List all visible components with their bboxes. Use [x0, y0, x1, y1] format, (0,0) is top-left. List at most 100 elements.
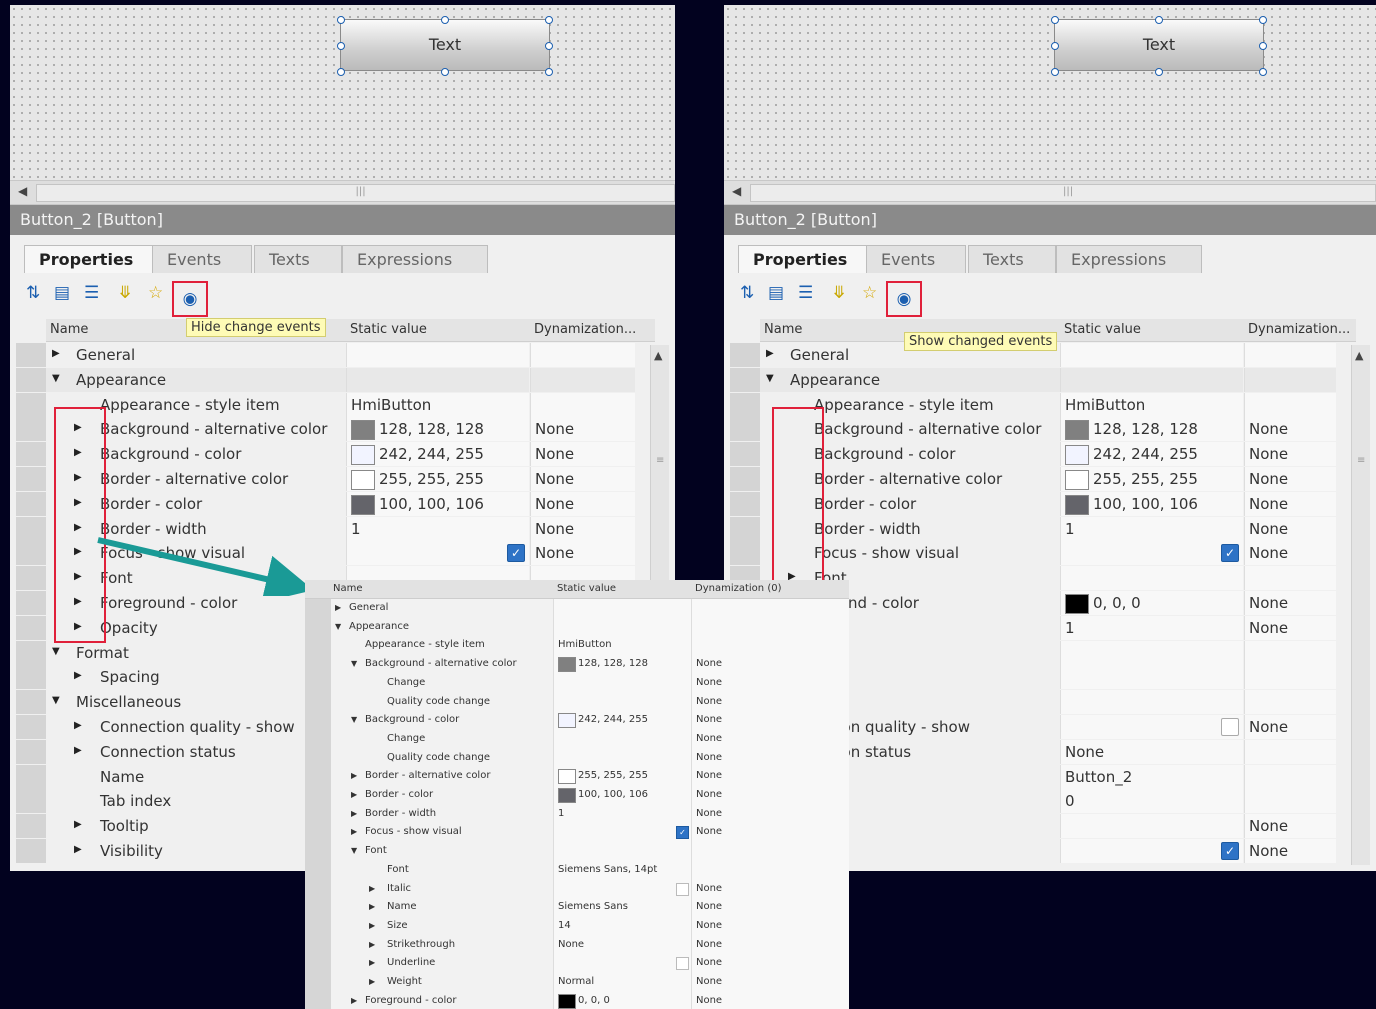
col-name[interactable]: Name — [333, 583, 363, 594]
expand-icon[interactable]: ▶ — [369, 940, 375, 949]
property-row[interactable]: Appearance - style item HmiButton — [16, 392, 655, 417]
resize-handle[interactable] — [1259, 68, 1267, 76]
property-row[interactable]: Appearance - style item HmiButton — [305, 636, 849, 656]
resize-handle[interactable] — [1259, 16, 1267, 24]
property-row[interactable]: ▶ Border - color 100, 100, 106 None — [305, 786, 849, 805]
property-row[interactable]: Appearance - style item HmiButton — [730, 392, 1356, 417]
property-row[interactable]: Border - color 100, 100, 106 None — [730, 491, 1356, 516]
resize-handle[interactable] — [1051, 68, 1059, 76]
expand-icon[interactable]: ▶ — [369, 902, 375, 911]
vertical-scrollbar[interactable]: ▲ ≡ — [1351, 345, 1370, 865]
dynamization-cell[interactable] — [1244, 566, 1336, 591]
dynamization-cell[interactable]: None — [691, 711, 849, 731]
property-row[interactable]: ▶ Focus - show visual ✓ None — [305, 823, 849, 843]
scroll-up-icon[interactable]: ▲ — [1355, 349, 1363, 362]
expand-icon[interactable]: ▶ — [369, 884, 375, 893]
dynamization-cell[interactable]: None — [691, 991, 849, 1009]
dynamization-cell[interactable]: None — [1244, 516, 1336, 541]
dynamization-cell[interactable]: None — [1244, 615, 1336, 640]
dynamization-cell[interactable]: None — [530, 516, 635, 541]
property-row[interactable]: Focus - show visual ✓ None — [730, 541, 1356, 566]
resize-handle[interactable] — [545, 16, 553, 24]
static-value-cell[interactable] — [1060, 814, 1243, 839]
static-value-cell[interactable]: Siemens Sans — [553, 898, 692, 918]
dynamization-cell[interactable]: None — [1244, 442, 1336, 467]
dynamization-cell[interactable]: None — [1244, 541, 1336, 566]
static-value-cell[interactable]: 100, 100, 106 — [346, 491, 529, 516]
property-row[interactable]: Change None — [305, 673, 849, 693]
property-row[interactable]: ection status None — [730, 739, 1356, 764]
eye-icon[interactable]: ◉ — [886, 281, 922, 317]
resize-handle[interactable] — [1155, 68, 1163, 76]
static-value-cell[interactable] — [553, 748, 692, 768]
button-widget[interactable]: Text — [337, 16, 553, 76]
dynamization-cell[interactable] — [530, 343, 635, 367]
static-value-cell[interactable]: ✓ — [346, 541, 529, 566]
static-value-cell[interactable] — [553, 599, 692, 618]
static-value-cell[interactable] — [1060, 665, 1243, 690]
color-swatch[interactable] — [351, 494, 375, 515]
color-swatch[interactable] — [1065, 445, 1089, 466]
tab-expressions[interactable]: Expressions — [342, 245, 488, 273]
dynamization-cell[interactable] — [530, 392, 635, 417]
dynamization-cell[interactable]: None — [691, 673, 849, 693]
property-row[interactable]: ▶ Font — [730, 566, 1356, 591]
tab-events[interactable]: Events — [866, 245, 966, 273]
static-value-cell[interactable]: HmiButton — [1060, 392, 1243, 417]
property-row[interactable]: ▶ Name Siemens Sans None — [305, 898, 849, 918]
dynamization-cell[interactable] — [691, 617, 849, 637]
dynamization-cell[interactable]: None — [691, 748, 849, 768]
static-value-cell[interactable]: 100, 100, 106 — [1060, 491, 1243, 516]
color-swatch[interactable] — [558, 769, 576, 785]
dynamization-cell[interactable] — [1244, 739, 1336, 764]
expand-icon[interactable]: ▶ — [369, 977, 375, 986]
property-row[interactable]: ▶ Italic ✓ None — [305, 879, 849, 899]
property-row[interactable]: ▶ General — [305, 599, 849, 618]
property-row[interactable]: ▶ Size 14 None — [305, 916, 849, 936]
expand-icon[interactable]: ▶ — [351, 827, 357, 836]
static-value-cell[interactable]: 128, 128, 128 — [1060, 417, 1243, 442]
static-value-cell[interactable]: ✓ — [553, 879, 692, 899]
collapse-icon[interactable]: ▼ — [351, 659, 357, 668]
expand-icon[interactable]: ▶ — [74, 844, 82, 855]
static-value-cell[interactable]: ✓ — [553, 823, 692, 843]
static-value-cell[interactable] — [1060, 343, 1243, 367]
tab-texts[interactable]: Texts — [968, 245, 1056, 273]
resize-handle[interactable] — [545, 68, 553, 76]
static-value-cell[interactable]: 242, 244, 255 — [553, 711, 692, 731]
expand-icon[interactable]: ▶ — [351, 996, 357, 1005]
favorites-icon[interactable]: ☆ — [148, 283, 163, 303]
static-value-cell[interactable]: ✓ — [1060, 541, 1243, 566]
scroll-left-icon[interactable]: ◀ — [18, 184, 27, 198]
property-row[interactable]: Quality code change None — [305, 748, 849, 768]
dynamization-cell[interactable]: None — [1244, 467, 1336, 491]
expand-icon[interactable]: ▶ — [74, 720, 82, 731]
collapse-icon[interactable]: ▼ — [335, 622, 341, 631]
static-value-cell[interactable]: 255, 255, 255 — [1060, 467, 1243, 491]
collapse-icon[interactable]: ▼ — [351, 715, 357, 724]
checkbox[interactable]: ✓ — [1221, 718, 1239, 736]
dynamization-cell[interactable]: None — [691, 935, 849, 955]
static-value-cell[interactable] — [553, 617, 692, 637]
color-swatch[interactable] — [351, 470, 375, 490]
color-swatch[interactable] — [351, 445, 375, 466]
property-row[interactable]: ▼ Appearance — [305, 617, 849, 637]
dynamization-cell[interactable]: None — [691, 916, 849, 936]
col-dynamization[interactable]: Dynamization... — [534, 322, 636, 337]
property-row[interactable]: ▶ Background - alternative color 128, 128,… — [16, 417, 655, 442]
static-value-cell[interactable] — [346, 367, 529, 392]
tab-properties[interactable]: Properties — [738, 245, 868, 273]
checkbox[interactable]: ✓ — [676, 826, 689, 840]
dynamization-cell[interactable]: None — [530, 417, 635, 442]
static-value-cell[interactable]: 0, 0, 0 — [1060, 591, 1243, 615]
expand-icon[interactable]: ▶ — [74, 745, 82, 756]
property-name-cell[interactable]: Name — [46, 765, 346, 789]
scroll-up-icon[interactable]: ▲ — [654, 349, 662, 362]
property-name-cell[interactable]: Tab index — [46, 789, 346, 813]
screen-canvas[interactable]: Text — [10, 5, 675, 180]
static-value-cell[interactable]: 0 — [1060, 789, 1243, 814]
property-row[interactable]: ▼ Background - color 242, 244, 255 None — [305, 711, 849, 731]
static-value-cell[interactable]: Siemens Sans, 14pt — [553, 860, 692, 880]
dynamization-cell[interactable]: None — [1244, 491, 1336, 516]
static-value-cell[interactable] — [553, 692, 692, 712]
